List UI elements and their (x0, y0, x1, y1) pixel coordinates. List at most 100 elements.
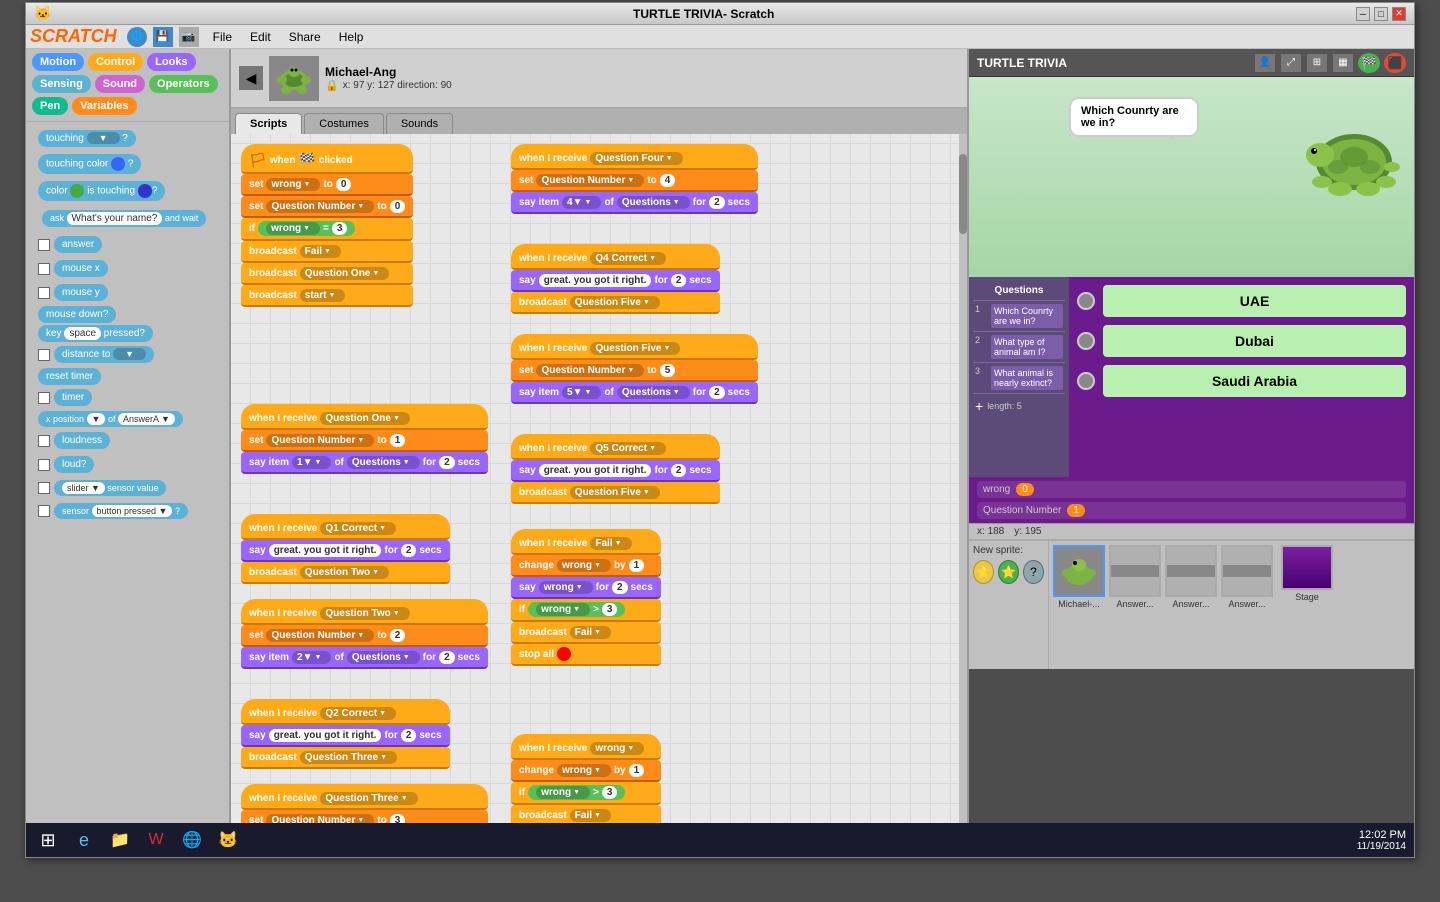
cat-sensing-btn[interactable]: Sensing (32, 75, 91, 93)
palette-timer[interactable]: timer (32, 387, 223, 408)
palette-touching[interactable]: touching ▼ ? (32, 128, 223, 149)
block-say-great-4[interactable]: say great. you got it right. for 2 secs (511, 270, 720, 292)
block-rcv-q5correct[interactable]: when I receive Q5 Correct (511, 434, 720, 460)
menu-edit[interactable]: Edit (242, 28, 279, 46)
palette-loud[interactable]: loud? (32, 454, 223, 475)
office-icon[interactable]: W (142, 826, 170, 854)
palette-key-pressed[interactable]: key space pressed? (32, 325, 223, 341)
block-if-wrong-3b[interactable]: if wrong > 3 (511, 782, 661, 805)
paint-new-sprite[interactable]: ⭐ (998, 560, 1019, 584)
menu-share[interactable]: Share (281, 28, 329, 46)
palette-mouse-x[interactable]: mouse x (32, 258, 223, 279)
maximize-button[interactable]: □ (1374, 7, 1388, 21)
block-broadcast-start[interactable]: broadcast start (241, 285, 413, 307)
palette-touching-color[interactable]: touching color ? (32, 152, 223, 176)
block-rcv-q5[interactable]: when I receive Question Five (511, 334, 758, 360)
block-say-great-2[interactable]: say great. you got it right. for 2 secs (241, 725, 450, 747)
ie-icon[interactable]: e (70, 826, 98, 854)
menu-help[interactable]: Help (331, 28, 372, 46)
collapse-btn[interactable]: ◀ (239, 66, 263, 90)
block-broadcast-q2[interactable]: broadcast Question Two (241, 562, 450, 584)
menu-file[interactable]: File (205, 28, 240, 46)
block-say-item1[interactable]: say item 1▼ of Questions for 2 secs (241, 452, 488, 474)
cat-operators-btn[interactable]: Operators (149, 75, 218, 93)
block-set-qnum-0[interactable]: set Question Number to 0 (241, 196, 413, 218)
cat-control-btn[interactable]: Control (88, 53, 143, 71)
palette-x-position[interactable]: x position ▼ of AnswerA ▼ (32, 411, 223, 427)
answer-checkbox[interactable] (38, 239, 50, 251)
block-say-great-5[interactable]: say great. you got it right. for 2 secs (511, 460, 720, 482)
sprite-item-4[interactable]: Answer... (1221, 545, 1273, 609)
block-set-qnum-1[interactable]: set Question Number to 1 (241, 430, 488, 452)
answer-btn-2[interactable]: Dubai (1103, 325, 1406, 357)
block-say-wrong[interactable]: say wrong for 2 secs (511, 577, 661, 599)
cat-motion-btn[interactable]: Motion (32, 53, 84, 71)
block-when-clicked[interactable]: 🏳 when 🏁 clicked (241, 144, 413, 174)
palette-loudness[interactable]: loudness (32, 430, 223, 451)
chrome-icon[interactable]: 🌐 (178, 826, 206, 854)
block-broadcast-fail-2[interactable]: broadcast Fail (511, 622, 661, 644)
block-rcv-q1correct[interactable]: when I receive Q1 Correct (241, 514, 450, 540)
block-set-qnum-4[interactable]: set Question Number to 4 (511, 170, 758, 192)
block-set-qnum-3[interactable]: set Question Number to 3 (241, 810, 488, 823)
stage-ctrl-grid[interactable]: ▦ (1332, 53, 1354, 73)
block-if-wrong-3[interactable]: if wrong > 3 (511, 599, 661, 622)
block-rcv-fail[interactable]: when I receive Fail (511, 529, 661, 555)
start-button[interactable]: ⊞ (34, 826, 62, 854)
block-broadcast-fail[interactable]: broadcast Fail (241, 241, 413, 263)
block-say-item2[interactable]: say item 2▼ of Questions for 2 secs (241, 647, 488, 669)
new-sprite-from-file[interactable]: ⭐ (973, 560, 994, 584)
block-broadcast-q1[interactable]: broadcast Question One (241, 263, 413, 285)
block-say-item4[interactable]: say item 4▼ of Questions for 2 secs (511, 192, 758, 214)
block-change-wrong-2[interactable]: change wrong by 1 (511, 760, 661, 782)
block-say-item5[interactable]: say item 5▼ of Questions for 2 secs (511, 382, 758, 404)
globe-icon[interactable]: 🌐 (127, 27, 147, 47)
block-say-great-1[interactable]: say great. you got it right. for 2 secs (241, 540, 450, 562)
block-set-qnum-2[interactable]: set Question Number to 2 (241, 625, 488, 647)
cat-looks-btn[interactable]: Looks (147, 53, 195, 71)
palette-distance-to[interactable]: distance to ▼ (32, 344, 223, 365)
block-rcv-q2correct[interactable]: when I receive Q2 Correct (241, 699, 450, 725)
block-rcv-q4[interactable]: when I receive Question Four (511, 144, 758, 170)
answer-btn-3[interactable]: Saudi Arabia (1103, 365, 1406, 397)
stage-ctrl-person[interactable]: 👤 (1254, 53, 1276, 73)
sprite-item-3[interactable]: Answer... (1165, 545, 1217, 609)
stage-thumbnail[interactable]: Stage (1281, 545, 1333, 602)
block-if-wrong[interactable]: if wrong = 3 (241, 218, 413, 241)
block-stop-all[interactable]: stop all (511, 644, 661, 666)
red-stop-button[interactable]: ⬛ (1384, 53, 1406, 73)
palette-mouse-down[interactable]: mouse down? (32, 306, 223, 322)
scratch-taskbar-icon[interactable]: 🐱 (214, 826, 242, 854)
stage-ctrl-expand[interactable]: ⊞ (1306, 53, 1328, 73)
cat-pen-btn[interactable]: Pen (32, 97, 68, 115)
cat-variables-btn[interactable]: Variables (72, 97, 136, 115)
palette-answer[interactable]: answer (32, 234, 223, 255)
block-rcv-q4correct[interactable]: when I receive Q4 Correct (511, 244, 720, 270)
radio-3[interactable] (1077, 372, 1095, 390)
stage-ctrl-arrows[interactable]: ⤢ (1280, 53, 1302, 73)
folder-icon[interactable]: 📁 (106, 826, 134, 854)
tab-scripts[interactable]: Scripts (235, 113, 302, 134)
palette-color-touching[interactable]: color is touching ? (32, 179, 223, 203)
block-rcv-wrong[interactable]: when I receive wrong (511, 734, 661, 760)
minimize-button[interactable]: ─ (1356, 7, 1370, 21)
block-broadcast-q5b[interactable]: broadcast Question Five (511, 482, 720, 504)
close-button[interactable]: ✕ (1392, 7, 1406, 21)
palette-reset-timer[interactable]: reset timer (32, 368, 223, 384)
sprite-item-2[interactable]: Answer... (1109, 545, 1161, 609)
block-broadcast-q5[interactable]: broadcast Question Five (511, 292, 720, 314)
block-rcv-q1[interactable]: when I receive Question One (241, 404, 488, 430)
block-set-qnum-5[interactable]: set Question Number to 5 (511, 360, 758, 382)
tab-costumes[interactable]: Costumes (304, 113, 384, 134)
answer-btn-1[interactable]: UAE (1103, 285, 1406, 317)
tab-sounds[interactable]: Sounds (386, 113, 453, 134)
surprise-sprite[interactable]: ? (1023, 560, 1044, 584)
questions-add-btn[interactable]: + length: 5 (973, 394, 1065, 418)
block-rcv-q2[interactable]: when I receive Question Two (241, 599, 488, 625)
block-set-wrong[interactable]: set wrong to 0 (241, 174, 413, 196)
palette-sensor-button[interactable]: sensor button pressed ▼ ? (32, 501, 223, 521)
scripts-canvas[interactable]: 🏳 when 🏁 clicked set wrong to 0 set Ques… (231, 134, 967, 823)
block-rcv-q3[interactable]: when I receive Question Three (241, 784, 488, 810)
save-icon[interactable]: 💾 (153, 27, 173, 47)
green-flag-button[interactable]: 🏁 (1358, 53, 1380, 73)
